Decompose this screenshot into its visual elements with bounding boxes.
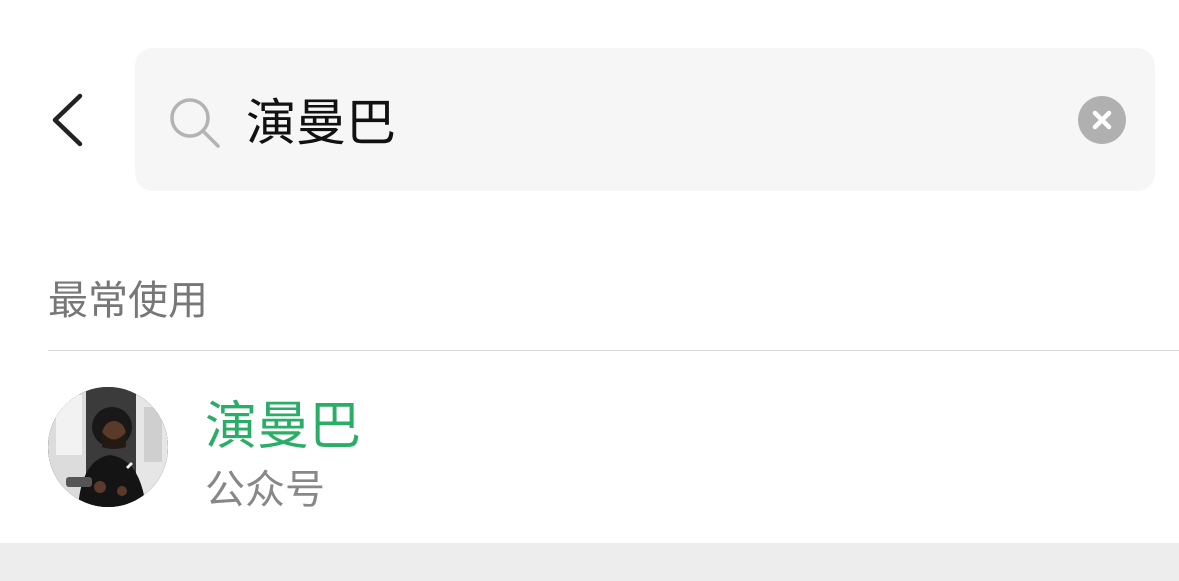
section-title: 最常使用 <box>48 278 208 324</box>
footer-band <box>0 543 1179 581</box>
clear-icon <box>1092 110 1112 130</box>
result-type: 公众号 <box>205 467 325 513</box>
back-button[interactable] <box>40 80 100 160</box>
chevron-left-icon <box>52 93 83 147</box>
search-icon <box>168 96 224 152</box>
clear-search-button[interactable] <box>1078 96 1126 144</box>
avatar <box>48 387 168 507</box>
search-input[interactable] <box>246 88 1046 158</box>
search-result-item[interactable]: 演曼巴 公众号 <box>0 351 1179 541</box>
result-name: 演曼巴 <box>205 397 362 457</box>
